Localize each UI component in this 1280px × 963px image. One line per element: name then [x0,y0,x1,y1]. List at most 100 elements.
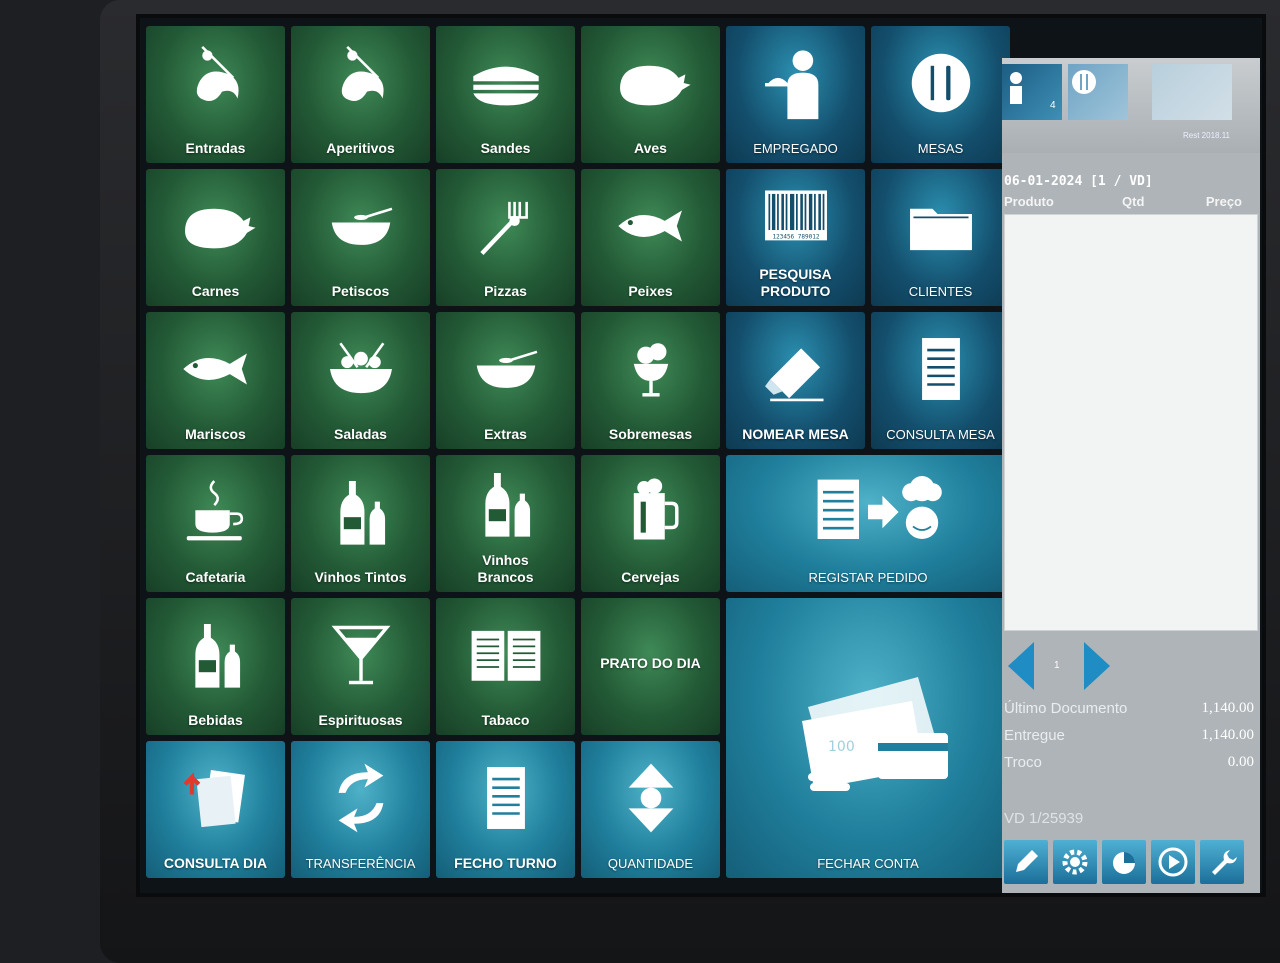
tile-label: PRATO DO DIA [600,655,701,671]
category-vinhos-brancos[interactable]: Vinhos Brancos [436,455,575,592]
beer-mug-icon [581,455,720,569]
coffee-cup-icon [146,455,285,569]
reports-button[interactable] [1102,840,1146,884]
barcode-digits: 123456 789012 [772,233,819,240]
troco-value: 0.00 [1227,754,1254,770]
category-tabaco[interactable]: Tabaco [436,598,575,735]
category-vinhos-tintos[interactable]: Vinhos Tintos [291,455,430,592]
category-extras[interactable]: Extras [436,312,575,449]
salad-bowl-icon [291,312,430,426]
tile-label: TRANSFERÊNCIA [305,856,416,871]
clientes-button[interactable]: CLIENTES [871,169,1010,306]
category-pizzas[interactable]: Pizzas [436,169,575,306]
edit-button[interactable] [1004,840,1048,884]
category-carnes[interactable]: Carnes [146,169,285,306]
document-line: 06-01-2024 [1 / VD] [1004,174,1153,189]
eraser-icon [726,312,865,426]
gear-icon [1062,849,1088,875]
category-bebidas[interactable]: Bebidas [146,598,285,735]
tile-label: Cervejas [621,569,680,585]
registar-pedido-button[interactable]: REGISTAR PEDIDO [726,455,1010,592]
category-sobremesas[interactable]: Sobremesas [581,312,720,449]
category-petiscos[interactable]: Petiscos [291,169,430,306]
table-tab[interactable] [1068,64,1128,120]
tile-label: NOMEAR MESA [742,426,849,442]
tile-label: PESQUISA PRODUTO [759,266,832,299]
tile-label: Extras [484,426,527,442]
send-order-to-chef-icon [726,455,1010,569]
tile-label: Espirituosas [318,712,403,728]
category-mariscos[interactable]: Mariscos [146,312,285,449]
settings-button[interactable] [1053,840,1097,884]
vd-number: VD 1/25939 [1004,810,1084,827]
mesas-button[interactable]: MESAS [871,26,1010,163]
order-panel: 4 Rest 2018.11 06-01-2024 [1 / VD] Produ… [1002,58,1260,893]
fork-knife-icon [871,26,1010,140]
tools-button[interactable] [1200,840,1244,884]
shrimp-skewer-icon [146,26,285,140]
fecho-turno-button[interactable]: FECHO TURNO [436,741,575,878]
tile-label: Peixes [628,283,673,299]
category-cervejas[interactable]: Cervejas [581,455,720,592]
empregado-button[interactable]: EMPREGADO [726,26,865,163]
category-cafetaria[interactable]: Cafetaria [146,455,285,592]
category-peixes[interactable]: Peixes [581,169,720,306]
category-espirituosas[interactable]: Espirituosas [291,598,430,735]
category-aves[interactable]: Aves [581,26,720,163]
consulta-dia-button[interactable]: CONSULTA DIA [146,741,285,878]
banknote-value: 100 [828,739,855,755]
column-qtd: Qtd [1122,194,1145,209]
waiter-tab[interactable]: 4 [1002,64,1062,120]
fechar-conta-button[interactable]: 100 FECHAR CONTA [726,598,1010,878]
tile-label: CONSULTA MESA [886,427,995,442]
sandwich-icon [436,26,575,140]
chicken-icon [581,26,720,140]
column-produto: Produto [1004,194,1054,209]
order-lines-list[interactable] [1004,214,1258,631]
prev-page-arrow-icon[interactable] [1004,640,1038,692]
fork-pizza-icon [436,169,575,283]
quantidade-button[interactable]: QUANTIDADE [581,741,720,878]
bowl-spoon-icon [291,169,430,283]
prato-do-dia-button[interactable]: PRATO DO DIA [581,598,720,735]
transfer-arrows-icon [291,741,430,855]
transferencia-button[interactable]: TRANSFERÊNCIA [291,741,430,878]
ice-cream-icon [581,312,720,426]
bowl-spoon-icon [436,312,575,426]
up-down-arrows-icon [581,741,720,855]
play-icon [1158,847,1188,877]
pager: 1 [1002,638,1260,698]
entregue-label: Entregue [1004,727,1065,744]
open-book-icon [436,598,575,712]
category-sandes[interactable]: Sandes [436,26,575,163]
nomear-mesa-button[interactable]: NOMEAR MESA [726,312,865,449]
barcode-icon: 123456 789012 [726,169,865,266]
consulta-mesa-button[interactable]: CONSULTA MESA [871,312,1010,449]
tile-label: FECHAR CONTA [817,856,919,871]
tile-label: REGISTAR PEDIDO [808,570,928,585]
category-entradas[interactable]: Entradas [146,26,285,163]
tile-label: QUANTIDADE [607,856,694,871]
next-page-arrow-icon[interactable] [1080,640,1114,692]
troco-row: Troco 0.00 [1004,754,1254,781]
pesquisa-produto-button[interactable]: 123456 789012 PESQUISA PRODUTO [726,169,865,306]
version-label: Rest 2018.11 [1183,131,1230,140]
play-button[interactable] [1151,840,1195,884]
receipt-icon [871,312,1010,426]
tile-label: FECHO TURNO [454,855,557,871]
tile-label: EMPREGADO [753,141,838,156]
tile-label: Vinhos Tintos [314,569,407,585]
troco-label: Troco [1004,754,1042,771]
tile-label: MESAS [917,141,964,156]
money-card-icon: 100 [726,598,1010,855]
totals: Último Documento 1,140.00 Entregue 1,140.0… [1004,700,1254,781]
tile-label: Tabaco [481,712,530,728]
documents-arrow-icon [146,741,285,855]
category-saladas[interactable]: Saladas [291,312,430,449]
extra-tab[interactable] [1152,64,1232,120]
waiter-icon [1010,72,1022,104]
chicken-icon [146,169,285,283]
category-aperitivos[interactable]: Aperitivos [291,26,430,163]
tile-label: Carnes [191,283,240,299]
tile-label: Aperitivos [326,140,395,156]
